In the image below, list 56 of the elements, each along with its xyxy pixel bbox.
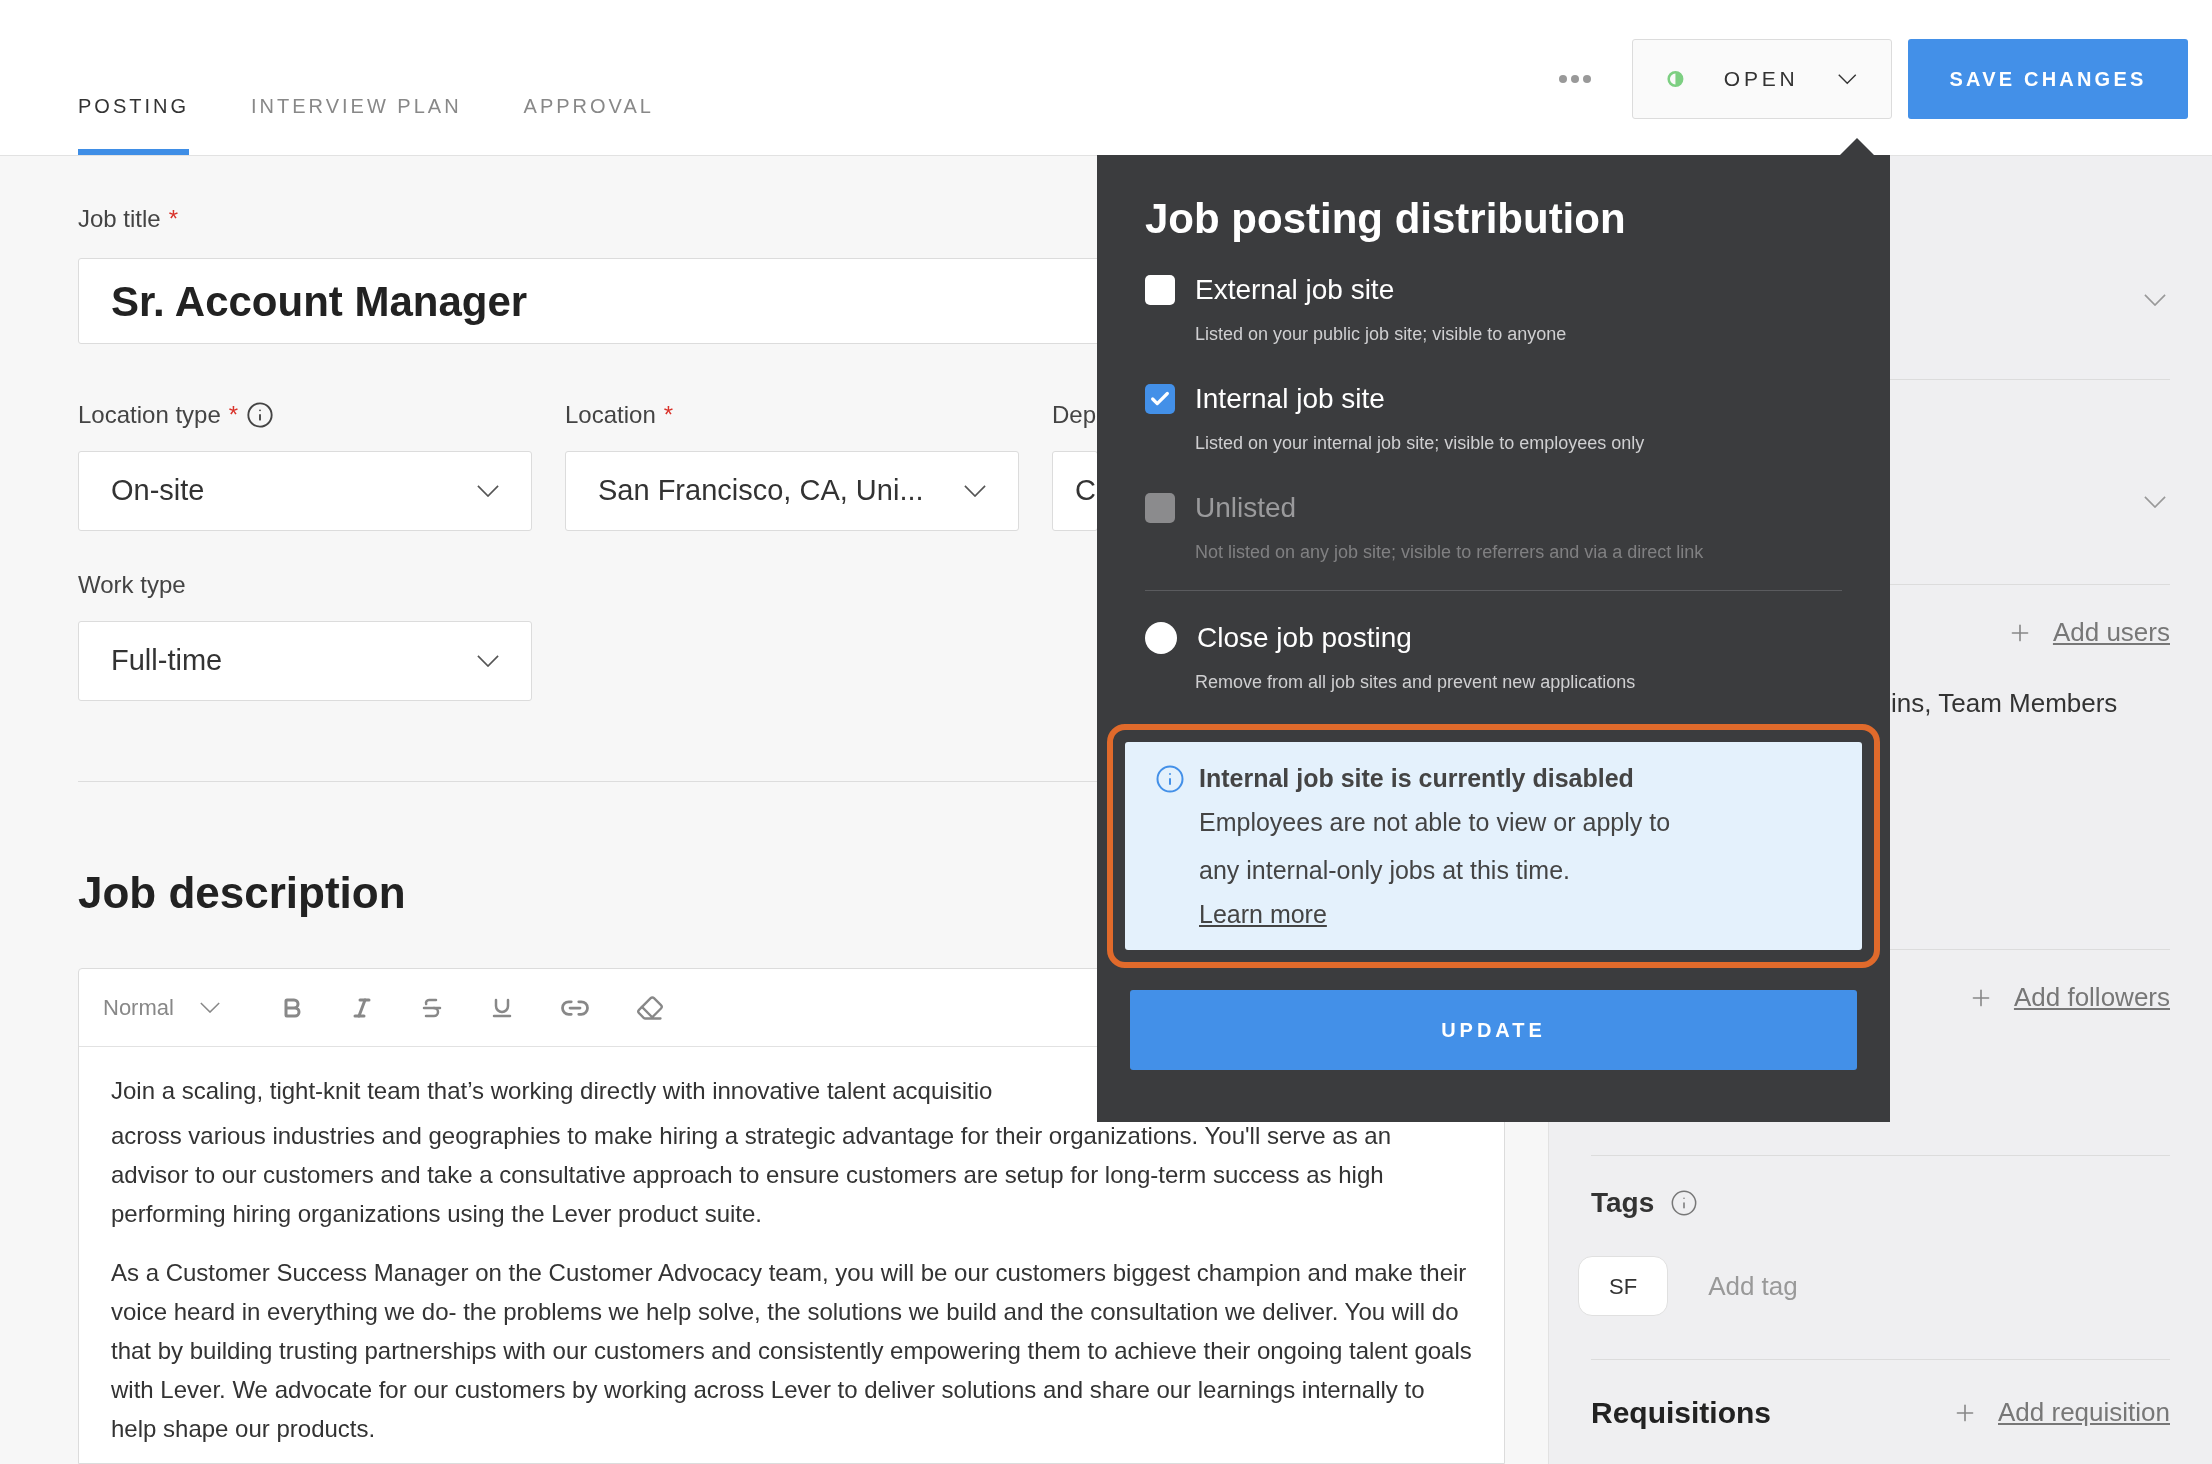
- requisitions-title: Requisitions: [1591, 1395, 1771, 1431]
- option-description: Remove from all job sites and prevent new applications: [1194, 671, 1637, 694]
- checkbox[interactable]: [1145, 384, 1175, 414]
- option-label: Unlisted: [1195, 491, 1297, 525]
- info-icon[interactable]: [1670, 1189, 1699, 1217]
- member-list-text: ins, Team Members: [1891, 687, 2119, 720]
- alert-message: Employees are not able to view or apply to any internal-only jobs at this time.: [1199, 807, 1672, 886]
- option-description: Listed on your internal job site; visible to employees only: [1194, 432, 1646, 455]
- chevron-down-icon: [477, 485, 499, 497]
- add-link[interactable]: Add users: [2052, 613, 2170, 652]
- status-dropdown[interactable]: OPEN: [1632, 38, 1892, 119]
- field-label: Location type: [78, 400, 221, 430]
- select-field[interactable]: C: [1052, 451, 1098, 531]
- radio-button[interactable]: [1145, 622, 1177, 654]
- option-description: Not listed on any job site; visible to referrers and via a direct link: [1194, 541, 1705, 564]
- tag-chip[interactable]: SF: [1578, 1256, 1669, 1316]
- add-tag-field[interactable]: Add tag: [1708, 1266, 2009, 1306]
- required-mark: *: [168, 204, 179, 234]
- chevron-down-icon: [2144, 293, 2166, 306]
- tags-title: Tags: [1591, 1186, 1655, 1220]
- field-label: Dep: [1052, 400, 1097, 430]
- tab[interactable]: POSTING: [78, 89, 189, 155]
- learn-more-link[interactable]: Learn more: [1199, 894, 1327, 934]
- required-mark: *: [663, 400, 674, 430]
- field-label: Job title: [78, 204, 161, 234]
- more-icon[interactable]: [1558, 73, 1592, 84]
- chevron-down-icon: [2144, 496, 2166, 508]
- alert-title: Internal job site is currently disabled: [1199, 763, 1635, 794]
- tab[interactable]: INTERVIEW PLAN: [251, 89, 462, 155]
- info-icon[interactable]: [246, 401, 275, 429]
- eraser-icon[interactable]: [635, 993, 664, 1022]
- chevron-down-icon: [964, 485, 986, 497]
- section-heading: Job description: [78, 867, 406, 919]
- checkbox[interactable]: [1145, 275, 1175, 305]
- option-label: Internal job site: [1195, 382, 1385, 416]
- add-link[interactable]: Add requisition: [1998, 1393, 2170, 1432]
- paragraph-fragment: Join a scaling, tight-knit team that’s working directly with innovative talent acquisitio: [111, 1076, 993, 1106]
- field-label: Location: [565, 400, 656, 430]
- info-icon: [1155, 764, 1185, 794]
- field-label: Work type: [78, 570, 186, 600]
- add-link[interactable]: Add followers: [2013, 978, 2170, 1017]
- select-field[interactable]: Full-time: [78, 621, 532, 701]
- select-field[interactable]: San Francisco, CA, Uni...: [565, 451, 1019, 531]
- paragraph: As a Customer Success Manager on the Customer Advocacy team, you will be our customers biggest champion and make their voice heard in everything we do- the problems we help solve, the solutions we build and the consultation we deliver. You will do that by building trusting partnerships with our customers and consistently empowering them to achieve their ongoing talent goals with Lever. We advocate for our customers by working across Lever to deliver solutions and share our learnings internally to help shape our products.: [111, 1258, 1472, 1444]
- chevron-down-icon: [477, 655, 499, 667]
- required-mark: *: [228, 400, 239, 430]
- popover-title: Job posting distribution: [1145, 194, 1627, 244]
- format-dropdown[interactable]: Normal: [103, 991, 220, 1024]
- select-field[interactable]: On-site: [78, 451, 532, 531]
- paragraph: across various industries and geographies to make hiring a strategic advantage for their organizations. You'll serve as an advisor to our customers and take a consultative approach to ensure customers are setup for long-term success as high performing hiring organizations using the Lever product suite.: [111, 1121, 1392, 1229]
- option-label: External job site: [1195, 273, 1395, 307]
- option-label: Close job posting: [1197, 621, 1412, 655]
- tab[interactable]: APPROVAL: [523, 89, 654, 155]
- half-circle-icon: [1667, 68, 1684, 89]
- chevron-down-icon: [1838, 72, 1857, 85]
- chevron-down-icon: [199, 1002, 220, 1013]
